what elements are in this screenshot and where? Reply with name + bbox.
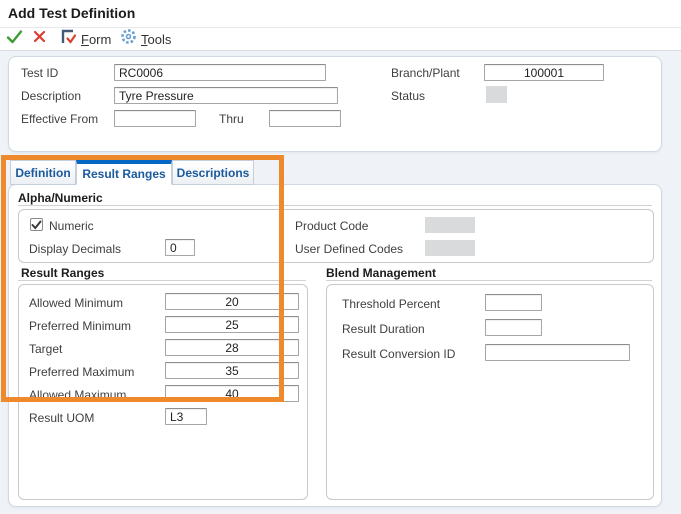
branch-plant-input[interactable] (484, 64, 604, 81)
preferred-minimum-label: Preferred Minimum (29, 319, 131, 333)
allowed-minimum-input[interactable] (165, 293, 299, 310)
numeric-checkbox[interactable] (30, 218, 43, 231)
result-ranges-box: Allowed Minimum Preferred Minimum Target… (18, 284, 308, 500)
status-value-box (486, 86, 507, 103)
description-input[interactable] (114, 87, 338, 104)
threshold-percent-label: Threshold Percent (342, 297, 440, 311)
result-conversion-id-label: Result Conversion ID (342, 347, 455, 361)
allowed-maximum-input[interactable] (165, 385, 299, 402)
cancel-button[interactable] (32, 28, 47, 50)
description-label: Description (21, 89, 81, 103)
thru-label: Thru (219, 112, 244, 126)
gear-icon (120, 28, 137, 50)
allowed-minimum-label: Allowed Minimum (29, 296, 123, 310)
user-defined-codes-label: User Defined Codes (295, 242, 403, 256)
ok-button[interactable] (6, 28, 23, 50)
preferred-maximum-input[interactable] (165, 362, 299, 379)
thru-input[interactable] (269, 110, 341, 127)
form-button-label: Form (81, 32, 111, 47)
branch-plant-label: Branch/Plant (391, 66, 460, 80)
result-duration-input[interactable] (485, 319, 542, 336)
result-conversion-id-input[interactable] (485, 344, 630, 361)
display-decimals-label: Display Decimals (29, 242, 121, 256)
product-code-value-box (425, 217, 475, 233)
top-bars: Add Test Definition For (0, 0, 681, 50)
tab-descriptions[interactable]: Descriptions (172, 160, 254, 185)
threshold-percent-input[interactable] (485, 294, 542, 311)
header-fields-panel: Test ID Branch/Plant Description Status … (8, 56, 662, 152)
add-test-definition-window: Add Test Definition For (0, 0, 681, 514)
tab-result-ranges[interactable]: Result Ranges (76, 160, 172, 185)
preferred-minimum-input[interactable] (165, 316, 299, 333)
numeric-checkbox-label: Numeric (49, 219, 94, 233)
form-exit-icon (60, 29, 77, 50)
user-defined-codes-value-box (425, 240, 475, 256)
tools-button[interactable]: Tools (120, 28, 171, 50)
form-button[interactable]: Form (60, 28, 111, 50)
blend-management-box: Threshold Percent Result Duration Result… (326, 284, 654, 500)
result-ranges-rule (18, 280, 306, 281)
test-id-input[interactable] (114, 64, 326, 81)
product-code-label: Product Code (295, 219, 368, 233)
title-bar: Add Test Definition (0, 0, 681, 28)
test-id-label: Test ID (21, 66, 58, 80)
effective-from-input[interactable] (114, 110, 196, 127)
result-uom-input[interactable] (165, 408, 207, 425)
close-icon (32, 29, 47, 49)
page-title: Add Test Definition (8, 5, 135, 21)
allowed-maximum-label: Allowed Maximum (29, 388, 126, 402)
alpha-numeric-title: Alpha/Numeric (18, 191, 103, 205)
tab-content-panel: Alpha/Numeric Numeric Display Decimals P… (8, 184, 662, 507)
alpha-numeric-box: Numeric Display Decimals Product Code Us… (18, 209, 654, 263)
blend-management-rule (326, 280, 652, 281)
display-decimals-input[interactable] (165, 239, 195, 256)
tools-button-label: Tools (141, 32, 171, 47)
effective-from-label: Effective From (21, 112, 98, 126)
target-label: Target (29, 342, 62, 356)
preferred-maximum-label: Preferred Maximum (29, 365, 134, 379)
result-duration-label: Result Duration (342, 322, 425, 336)
tab-definition[interactable]: Definition (10, 160, 76, 185)
target-input[interactable] (165, 339, 299, 356)
status-label: Status (391, 89, 425, 103)
blend-management-title: Blend Management (326, 266, 436, 280)
result-ranges-title: Result Ranges (21, 266, 104, 280)
toolbar: Form Tools (0, 28, 681, 51)
result-uom-label: Result UOM (29, 411, 94, 425)
alpha-numeric-rule (18, 205, 652, 206)
check-icon (6, 29, 23, 49)
